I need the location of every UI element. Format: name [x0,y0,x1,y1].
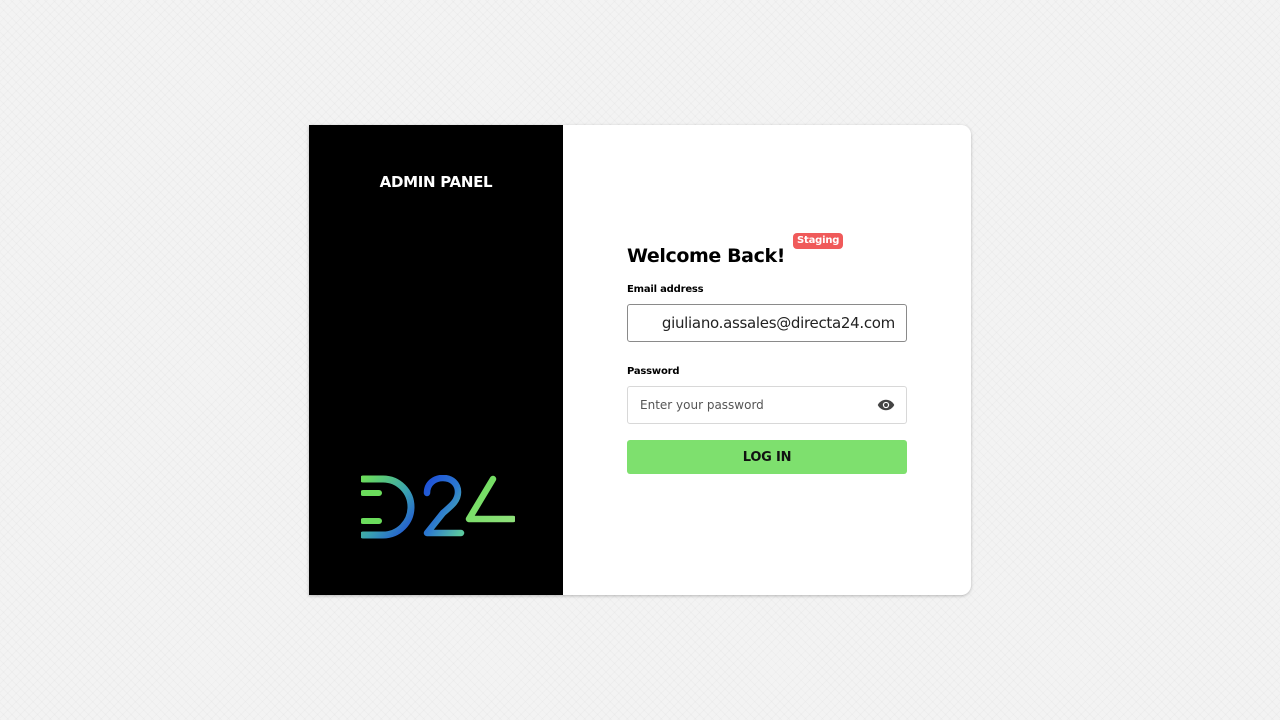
eye-icon[interactable] [877,398,895,412]
brand-panel: ADMIN PANEL [309,125,563,595]
password-field[interactable] [628,387,868,423]
password-label: Password [627,366,680,377]
password-field-wrapper [627,386,907,424]
login-panel: Welcome Back! Staging Email address giul… [563,125,971,595]
environment-badge: Staging [793,233,844,249]
email-value[interactable]: giuliano.assales@directa24.com [662,314,895,332]
email-label: Email address [627,284,704,295]
heading-row: Welcome Back! Staging [627,233,907,271]
admin-panel-title: ADMIN PANEL [379,173,493,191]
welcome-heading: Welcome Back! [627,245,785,267]
login-button[interactable]: LOG IN [627,440,907,474]
login-form: Welcome Back! Staging Email address giul… [627,233,907,474]
d24-logo [361,475,515,539]
login-card: ADMIN PANEL Welcome Back! Staging Email … [309,125,971,595]
email-field[interactable]: giuliano.assales@directa24.com [627,304,907,342]
